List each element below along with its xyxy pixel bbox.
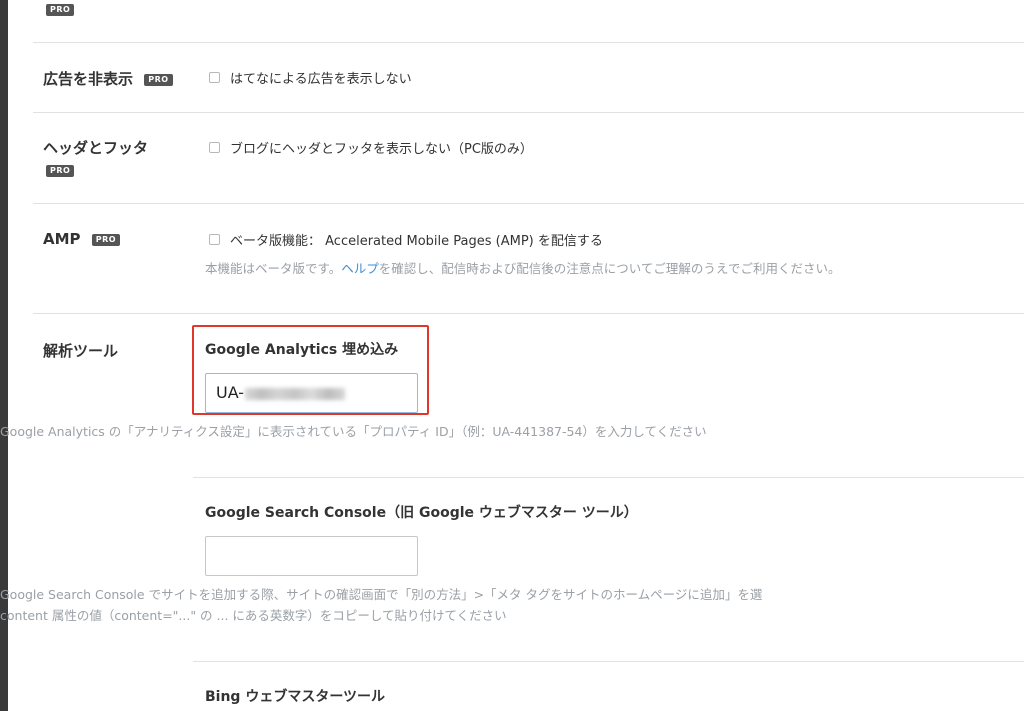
search-console-help-line2: content 属性の値（content="..." の ... にある英数字）… bbox=[0, 608, 507, 623]
pro-badge: PRO bbox=[46, 4, 75, 16]
divider bbox=[33, 203, 1024, 204]
hide-header-footer-checkbox-label[interactable]: ブログにヘッダとフッタを表示しない（PC版のみ） bbox=[230, 138, 533, 157]
pro-badge: PRO bbox=[46, 165, 75, 177]
hide-ads-checkbox-label[interactable]: はてなによる広告を表示しない bbox=[230, 68, 412, 87]
hide-header-footer-checkbox[interactable] bbox=[209, 142, 220, 153]
divider bbox=[33, 313, 1024, 314]
help-link[interactable]: ヘルプ bbox=[341, 261, 379, 276]
analytics-tools-label: 解析ツール bbox=[43, 342, 119, 360]
google-analytics-help: Google Analytics の「アナリティクス設定」に表示されている「プロ… bbox=[0, 424, 707, 439]
google-analytics-title: Google Analytics 埋め込み bbox=[205, 342, 399, 358]
google-analytics-input[interactable]: UA- bbox=[205, 373, 418, 413]
ga-value-prefix: UA- bbox=[216, 383, 245, 402]
search-console-help-line1: Google Search Console でサイトを追加する際、サイトの確認画… bbox=[0, 587, 763, 602]
divider bbox=[33, 42, 1024, 43]
divider bbox=[193, 477, 1024, 478]
amp-setting-label: AMP PRO bbox=[43, 230, 121, 248]
search-console-input[interactable] bbox=[205, 536, 418, 576]
amp-checkbox[interactable] bbox=[209, 234, 220, 245]
redacted-value bbox=[245, 387, 346, 400]
search-console-title: Google Search Console（旧 Google ウェブマスター ツ… bbox=[205, 505, 638, 521]
amp-help-after: を確認し、配信時および配信後の注意点についてご理解のうえでご利用ください。 bbox=[378, 261, 841, 276]
divider bbox=[33, 112, 1024, 113]
divider bbox=[193, 661, 1024, 662]
hide-ads-checkbox[interactable] bbox=[209, 72, 220, 83]
pro-badge: PRO bbox=[144, 73, 173, 86]
amp-checkbox-label[interactable]: ベータ版機能： Accelerated Mobile Pages (AMP) を… bbox=[230, 230, 603, 249]
header-footer-label: ヘッダとフッタ bbox=[43, 139, 149, 157]
pro-badge: PRO bbox=[91, 233, 121, 246]
amp-label-text: AMP bbox=[43, 230, 81, 248]
ads-label-text: 広告を非表示 bbox=[43, 70, 134, 88]
ads-setting-label: 広告を非表示 PRO bbox=[43, 68, 173, 89]
amp-help-before: 本機能はベータ版です。 bbox=[205, 261, 342, 276]
amp-help-text: 本機能はベータ版です。ヘルプを確認し、配信時および配信後の注意点についてご理解の… bbox=[205, 258, 841, 277]
bing-webmaster-title: Bing ウェブマスターツール bbox=[205, 689, 386, 705]
